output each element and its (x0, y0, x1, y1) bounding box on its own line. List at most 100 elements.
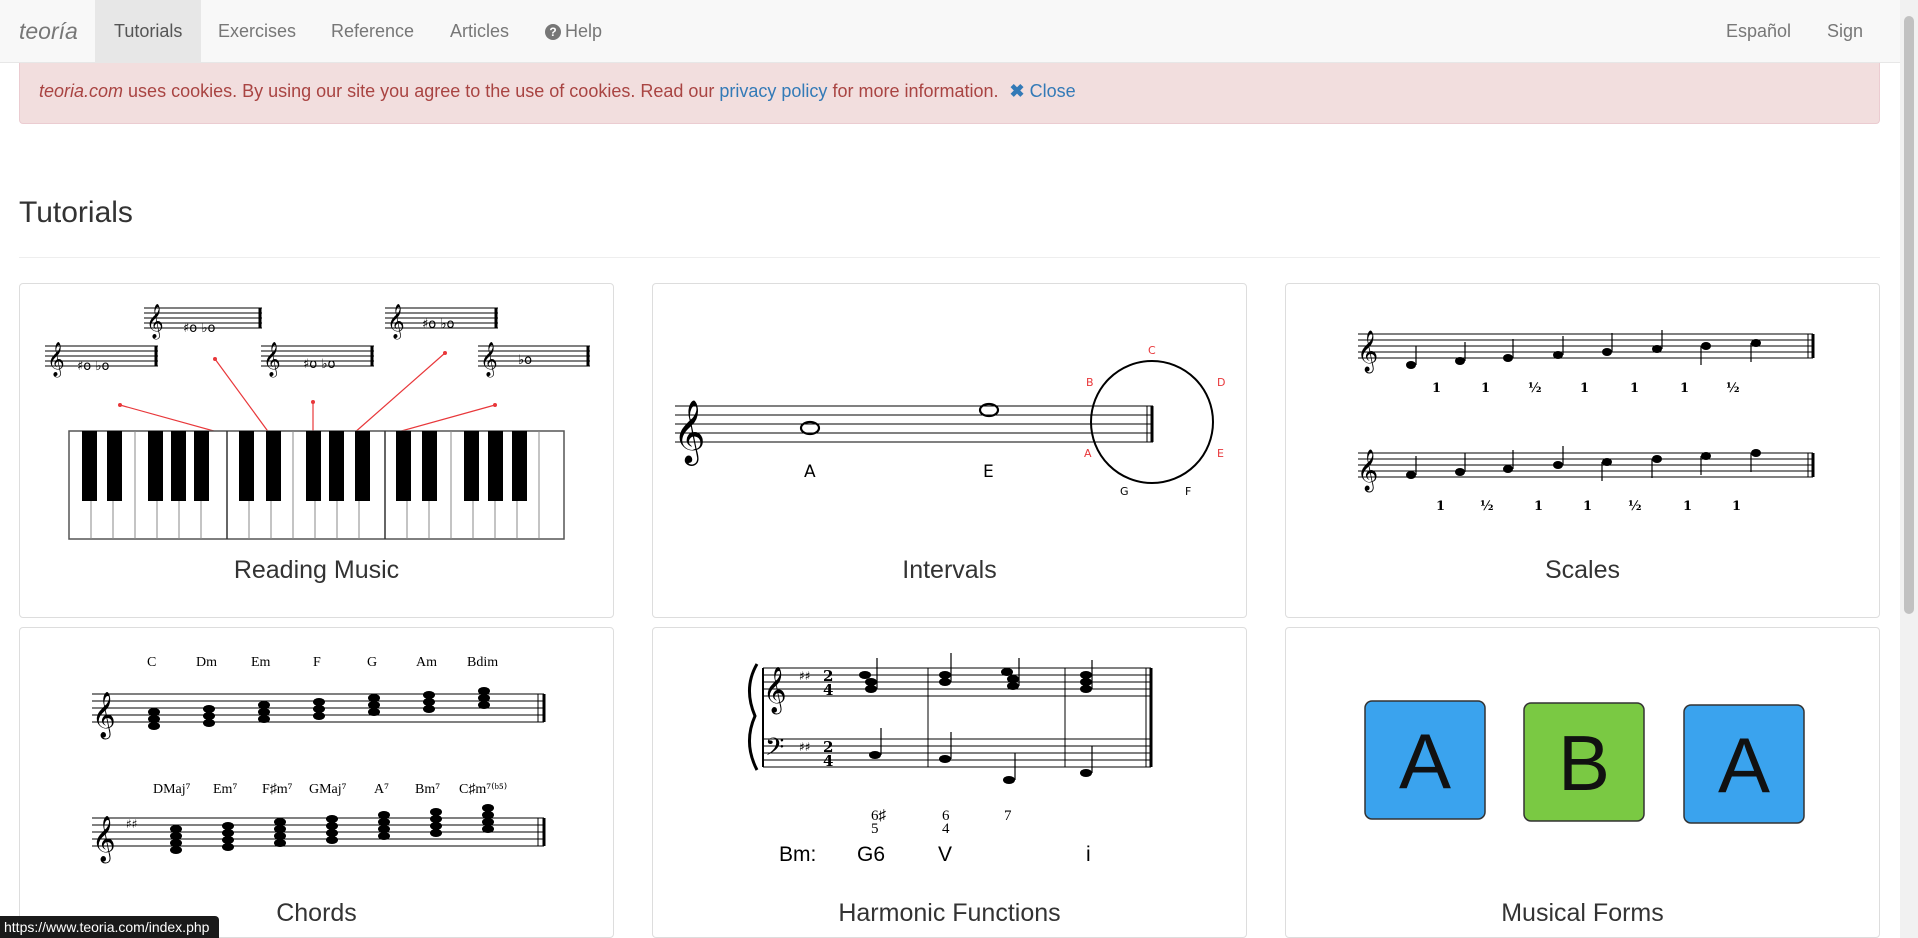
svg-text:C♯m⁷⁽ᵇ⁵⁾: C♯m⁷⁽ᵇ⁵⁾ (459, 782, 507, 797)
page-title: Tutorials (19, 196, 133, 229)
piano-keyboard (68, 430, 565, 540)
svg-text:Bm⁷: Bm⁷ (415, 782, 440, 797)
svg-text:G6: G6 (857, 843, 885, 866)
svg-text:♯o ♭o: ♯o ♭o (183, 321, 216, 336)
svg-text:F: F (1185, 485, 1191, 498)
svg-text:A: A (1718, 721, 1770, 809)
svg-text:A⁷: A⁷ (374, 782, 389, 797)
language-link[interactable]: Español (1707, 0, 1810, 62)
svg-text:♭o: ♭o (518, 353, 532, 368)
svg-text:GMaj⁷: GMaj⁷ (309, 782, 347, 797)
svg-text:A: A (1084, 447, 1092, 460)
svg-text:4: 4 (823, 681, 833, 699)
question-circle-icon: ? (545, 24, 561, 40)
tutorial-card-scales[interactable]: 𝄞 𝄞 1 1 ½ 1 1 1 ½ 1 ½ 1 1 ½ 1 1 Scales (1285, 283, 1880, 618)
chords-illustration: 𝄞𝄞 ♯♯ C Dm Em F G Am Bdim DMaj⁷ Em⁷ F♯m⁷… (92, 655, 546, 864)
card-label[interactable]: Reading Music (20, 556, 613, 585)
svg-text:𝄞: 𝄞 (47, 342, 65, 378)
top-navbar: teoría Tutorials Exercises Reference Art… (0, 0, 1900, 103)
svg-text:1: 1 (1580, 381, 1589, 396)
svg-text:G: G (1120, 485, 1129, 498)
cookie-site-name: teoria.com (39, 81, 124, 101)
svg-text:½: ½ (1628, 499, 1642, 514)
svg-text:♯♯: ♯♯ (799, 669, 811, 683)
svg-text:G: G (367, 655, 377, 670)
sign-in-link[interactable]: Sign in (1808, 0, 1900, 103)
svg-text:1: 1 (1683, 499, 1692, 514)
tutorial-card-reading-music[interactable]: 𝄞 𝄞 𝄞 𝄞 𝄞 ♯o ♭o ♯o ♭o ♯o ♭o ♯o ♭o ♭o Rea… (19, 283, 614, 618)
title-divider (19, 257, 1880, 258)
svg-text:♯o ♭o: ♯o ♭o (77, 359, 110, 374)
svg-text:𝄞: 𝄞 (92, 816, 116, 864)
card-label[interactable]: Scales (1286, 556, 1879, 585)
svg-text:𝄞: 𝄞 (480, 342, 498, 378)
svg-text:E: E (1217, 447, 1224, 460)
svg-text:𝄞: 𝄞 (673, 399, 706, 466)
scrollbar-thumb[interactable] (1904, 16, 1914, 614)
svg-text:½: ½ (1528, 381, 1542, 396)
svg-text:♯o ♭o: ♯o ♭o (422, 317, 455, 332)
svg-text:1: 1 (1534, 499, 1543, 514)
svg-text:A: A (804, 462, 816, 482)
status-bar-url: https://www.teoria.com/index.php (0, 916, 220, 938)
tutorial-card-harmonic-functions[interactable]: 𝄞 𝄢 ♯♯ ♯♯ 24 24 6♯ 5 6 4 7 Bm: G6 V i Ha… (652, 627, 1247, 938)
svg-text:C: C (147, 655, 156, 670)
close-icon[interactable]: ✖ (1010, 81, 1025, 101)
svg-text:𝄞: 𝄞 (1357, 330, 1378, 373)
card-label[interactable]: Intervals (653, 556, 1246, 585)
svg-text:1: 1 (1630, 381, 1639, 396)
brand-logo[interactable]: teoría (19, 18, 78, 45)
svg-text:𝄞: 𝄞 (92, 692, 116, 740)
svg-text:4: 4 (942, 821, 950, 837)
cookie-alert: teoria.com uses cookies. By using our si… (19, 63, 1880, 124)
svg-text:♯o ♭o: ♯o ♭o (303, 357, 336, 372)
card-label[interactable]: Musical Forms (1286, 899, 1879, 928)
svg-text:1: 1 (1732, 499, 1741, 514)
svg-text:F♯m⁷: F♯m⁷ (262, 782, 293, 797)
svg-text:V: V (938, 843, 952, 866)
cookie-text-end: for more information. (827, 81, 1004, 101)
cookie-close-button[interactable]: Close (1030, 81, 1076, 101)
nav-articles[interactable]: Articles (431, 0, 528, 62)
nav-exercises[interactable]: Exercises (199, 0, 315, 62)
svg-text:♯♯: ♯♯ (799, 740, 811, 754)
svg-text:𝄞: 𝄞 (1357, 449, 1378, 492)
svg-text:1: 1 (1583, 499, 1592, 514)
svg-text:B: B (1558, 719, 1610, 807)
svg-text:𝄞: 𝄞 (763, 667, 787, 715)
svg-text:F: F (313, 655, 321, 670)
tutorial-card-musical-forms[interactable]: A B A Musical Forms (1285, 627, 1880, 938)
vertical-scrollbar[interactable] (1900, 0, 1918, 938)
nav-tutorials[interactable]: Tutorials (95, 0, 202, 62)
svg-text:DMaj⁷: DMaj⁷ (153, 782, 191, 797)
svg-text:Dm: Dm (196, 655, 217, 670)
tutorial-card-chords[interactable]: 𝄞 𝄞 ♯♯ C Dm Em F G Am Bdim DMaj⁷ Em⁷ F♯m… (19, 627, 614, 938)
svg-text:1: 1 (1481, 381, 1490, 396)
svg-text:Am: Am (416, 655, 437, 670)
svg-text:7: 7 (1004, 808, 1012, 824)
tutorial-card-intervals[interactable]: 𝄞 A E C D E F G A B Intervals (652, 283, 1247, 618)
svg-text:Em: Em (251, 655, 271, 670)
svg-text:i: i (1086, 843, 1091, 866)
nav-reference[interactable]: Reference (312, 0, 433, 62)
svg-text:𝄢: 𝄢 (765, 733, 784, 768)
svg-text:𝄞: 𝄞 (146, 304, 164, 340)
nav-help[interactable]: ? Help (526, 0, 621, 62)
nav-help-label: Help (565, 21, 603, 41)
svg-text:1: 1 (1680, 381, 1689, 396)
svg-text:♯♯: ♯♯ (126, 817, 138, 831)
privacy-policy-link[interactable]: privacy policy (719, 81, 827, 101)
svg-text:A: A (1399, 717, 1451, 805)
svg-text:D: D (1217, 376, 1225, 389)
musical-forms-illustration: A B A (1364, 700, 1805, 824)
svg-text:Bdim: Bdim (467, 655, 498, 670)
svg-text:𝄞: 𝄞 (387, 304, 405, 340)
svg-text:Em⁷: Em⁷ (213, 782, 237, 797)
svg-text:½: ½ (1480, 499, 1494, 514)
card-label[interactable]: Harmonic Functions (653, 899, 1246, 928)
svg-text:5: 5 (871, 821, 879, 837)
svg-text:1: 1 (1436, 499, 1445, 514)
harmonic-functions-illustration: 𝄞 𝄢 ♯♯♯♯ 24 24 6♯ 5 6 4 7 Bm: G6 V i (748, 653, 1153, 866)
svg-text:1: 1 (1432, 381, 1441, 396)
svg-text:½: ½ (1726, 381, 1740, 396)
